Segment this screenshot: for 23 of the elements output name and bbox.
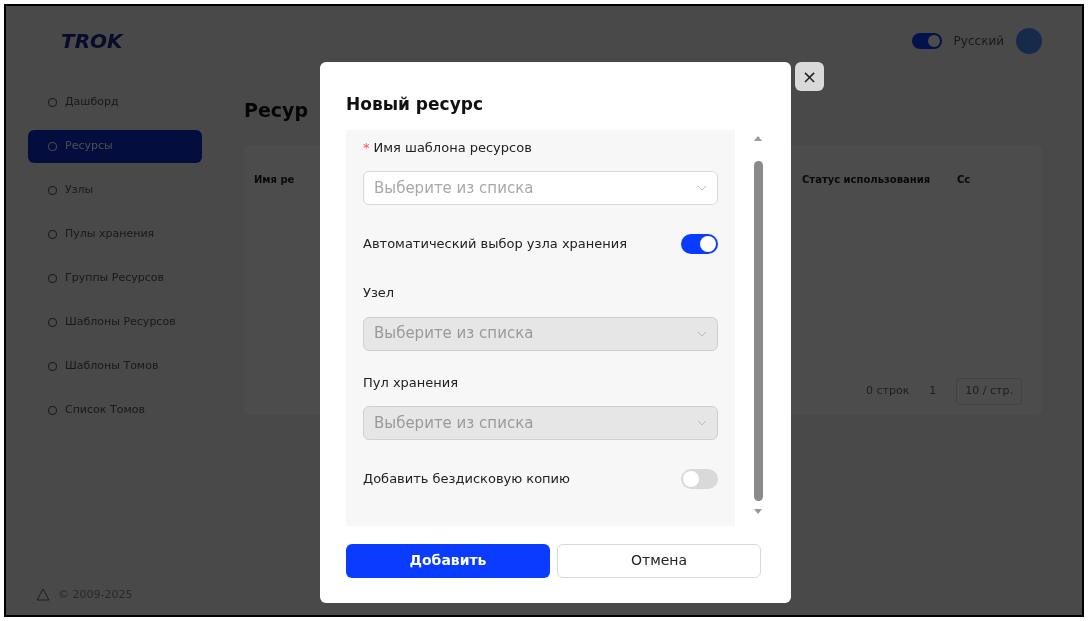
dialog-title: Новый ресурс <box>346 93 484 116</box>
close-button[interactable]: × <box>795 62 824 91</box>
scroll-up-icon[interactable] <box>754 135 763 141</box>
field-label: Имя шаблона ресурсов <box>373 138 532 157</box>
toggle-label: Добавить бездисковую копию <box>363 470 571 489</box>
chevron-down-icon <box>697 330 708 337</box>
field-label: Узел <box>363 284 395 302</box>
required-mark: * <box>363 138 370 157</box>
add-button[interactable]: Добавить <box>346 543 550 578</box>
scroll-down-icon[interactable] <box>754 508 763 514</box>
column-header: Сс <box>957 173 971 187</box>
select-field[interactable]: Выберите из списка <box>363 171 719 205</box>
chevron-down-icon <box>697 420 708 426</box>
logo: TROK <box>61 28 123 55</box>
field-label: Пул хранения <box>363 373 459 392</box>
column-header: Статус использования <box>802 173 932 187</box>
toggle-switch[interactable] <box>681 234 719 254</box>
toggle-label: Автоматический выбор узла хранения <box>363 235 628 254</box>
page-title: Ресур <box>244 98 309 123</box>
toggle-switch[interactable] <box>681 469 719 489</box>
column-header: Имя ре <box>254 173 296 187</box>
cancel-button[interactable]: Отмена <box>557 543 761 578</box>
chevron-down-icon <box>697 185 708 191</box>
